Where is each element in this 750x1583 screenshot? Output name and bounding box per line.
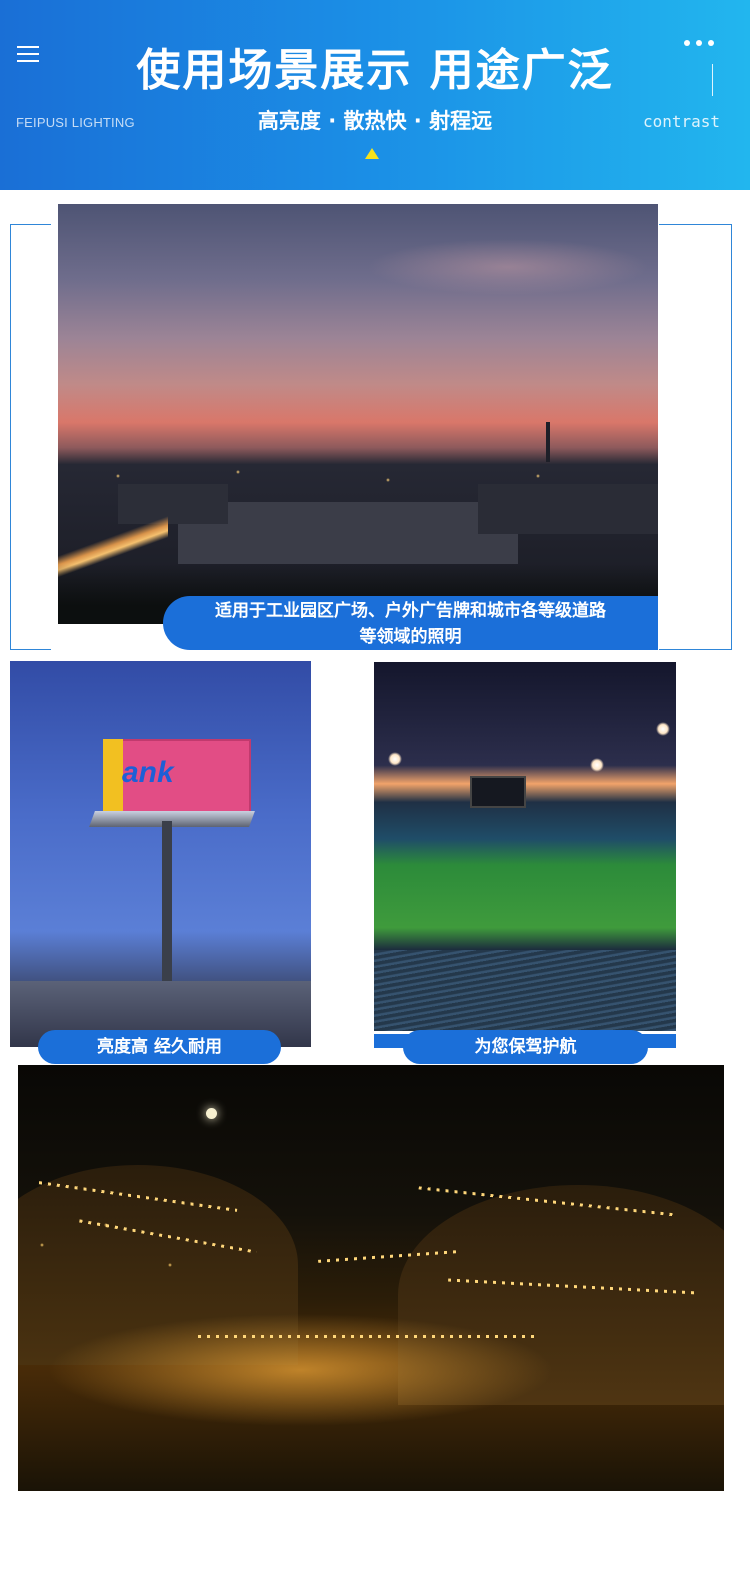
industrial-park-photo	[58, 204, 658, 624]
divider-line	[712, 64, 713, 96]
factory-building	[478, 484, 658, 534]
floodlight	[590, 758, 604, 772]
industrial-caption: 适用于工业园区广场、户外广告牌和城市各等级道路 等领域的照明	[163, 596, 658, 650]
industrial-caption-line2: 等领域的照明	[359, 627, 462, 647]
scoreboard	[470, 776, 526, 808]
stadium-photo	[374, 662, 676, 1031]
page-title: 使用场景展示 用途广泛	[136, 45, 614, 96]
page-subtitle: 高亮度 · 散热快 · 射程远	[257, 109, 493, 133]
billboard-pole	[162, 821, 172, 1001]
right-frame-bracket	[659, 224, 732, 650]
billboard-caption: 亮度高 经久耐用	[38, 1030, 281, 1064]
floodlight	[388, 752, 402, 766]
header-banner: FEIPUSI LIGHTING 使用场景展示 用途广泛 高亮度 · 散热快 ·…	[0, 0, 750, 190]
more-dots-icon[interactable]	[684, 40, 718, 48]
billboard-text: ank	[122, 756, 174, 789]
factory-building	[178, 502, 518, 564]
contrast-label: contrast	[643, 112, 721, 131]
billboard-logo-strip	[103, 739, 123, 813]
left-frame-bracket	[10, 224, 51, 650]
stadium-caption: 为您保驾护航	[403, 1030, 648, 1064]
billboard-light-frame	[89, 811, 255, 827]
moon	[206, 1108, 217, 1119]
stadium-seats	[374, 950, 676, 1031]
village-glow	[18, 1295, 724, 1445]
floodlight	[656, 722, 670, 736]
chimney	[546, 422, 550, 462]
night-village-photo	[18, 1065, 724, 1491]
billboard-photo: ank	[10, 661, 311, 1047]
light-string	[198, 1335, 538, 1338]
triangle-indicator-icon	[365, 148, 379, 159]
industrial-caption-line1: 适用于工业园区广场、户外广告牌和城市各等级道路	[215, 601, 606, 621]
